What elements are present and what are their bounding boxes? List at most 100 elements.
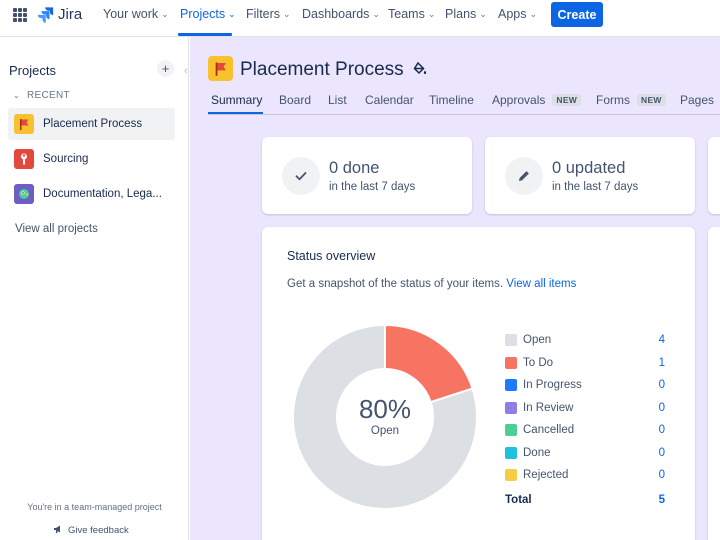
done-period: in the last 7 days <box>329 181 416 193</box>
done-stat-card[interactable]: 0 done in the last 7 days <box>262 137 472 214</box>
legend-count[interactable]: 0 <box>645 402 665 414</box>
tab-list[interactable]: List <box>328 93 347 107</box>
app-name: Jira <box>58 6 83 23</box>
updated-period: in the last 7 days <box>552 181 639 193</box>
legend-count[interactable]: 4 <box>645 334 665 346</box>
legend-total-row: Total 5 <box>505 491 665 509</box>
chevron-down-icon: ⌄ <box>161 8 169 19</box>
tab-label: List <box>328 93 347 107</box>
sidebar-item-documentation[interactable]: Documentation, Lega... <box>8 178 175 210</box>
add-project-button[interactable]: + <box>157 60 174 77</box>
view-all-items-link[interactable]: View all items <box>506 278 576 290</box>
legend-swatch <box>505 334 517 346</box>
recent-section-toggle[interactable]: ⌄ RECENT <box>13 90 70 101</box>
legend-count[interactable]: 0 <box>645 424 665 436</box>
legend-total-label: Total <box>505 493 532 506</box>
partial-stat-card <box>708 137 720 214</box>
jira-logo-icon <box>37 7 54 23</box>
nav-label: Filters <box>246 7 281 21</box>
give-feedback-link[interactable]: Give feedback <box>53 524 129 537</box>
view-all-projects-link[interactable]: View all projects <box>15 223 98 235</box>
tab-timeline[interactable]: Timeline <box>429 93 474 107</box>
tab-board[interactable]: Board <box>279 93 311 107</box>
legend-swatch <box>505 424 517 436</box>
tab-label: Timeline <box>429 93 474 107</box>
nav-dashboards[interactable]: Dashboards ⌄ <box>302 7 380 21</box>
donut-slice-to-do[interactable] <box>384 323 474 404</box>
red-flag-icon <box>14 114 34 134</box>
legend-label: In Review <box>523 401 574 414</box>
nav-your-work[interactable]: Your work ⌄ <box>103 7 169 21</box>
tab-forms[interactable]: Forms NEW <box>596 93 666 107</box>
legend-row-rejected: Rejected 0 <box>505 466 665 484</box>
tab-label: Approvals <box>492 93 546 107</box>
top-navigation: Jira Your work ⌄ Projects ⌄ Filters ⌄ Dashb… <box>0 0 720 37</box>
chevron-down-icon: ⌄ <box>529 8 538 19</box>
legend-row-in-review: In Review 0 <box>505 399 665 417</box>
tab-label: Forms <box>596 93 630 107</box>
nav-teams[interactable]: Teams ⌄ <box>388 7 435 21</box>
legend-label: To Do <box>523 356 554 369</box>
create-button[interactable]: Create <box>551 2 603 27</box>
sidebar: Projects + ⌄ RECENT Placement Process So… <box>0 37 189 540</box>
check-icon <box>282 157 320 195</box>
legend-row-to-do: To Do 1 <box>505 354 665 372</box>
megaphone-icon <box>53 524 63 537</box>
jira-logo[interactable]: Jira <box>37 6 82 23</box>
collapse-sidebar-icon[interactable]: ‹ <box>184 65 188 77</box>
legend-label: In Progress <box>523 379 582 391</box>
legend-row-in-progress: In Progress 0 <box>505 376 665 394</box>
legend-row-cancelled: Cancelled 0 <box>505 421 665 439</box>
sidebar-item-label: Documentation, Lega... <box>43 188 162 200</box>
nav-apps[interactable]: Apps ⌄ <box>498 7 537 21</box>
legend-label: Open <box>523 334 552 346</box>
nav-label: Teams <box>388 7 425 21</box>
main-content: Placement Process Summary Board List Cal… <box>190 37 720 540</box>
sidebar-title: Projects <box>9 63 56 78</box>
donut-percentage: 80% <box>358 394 412 424</box>
chevron-down-icon: ⌄ <box>479 8 487 19</box>
tabs-divider <box>208 114 720 115</box>
updated-stat-card[interactable]: 0 updated in the last 7 days <box>485 137 695 214</box>
tab-summary[interactable]: Summary <box>211 93 262 107</box>
tab-approvals[interactable]: Approvals NEW <box>492 93 582 107</box>
tab-calendar[interactable]: Calendar <box>365 93 414 107</box>
legend-count[interactable]: 0 <box>645 379 665 391</box>
active-tab-indicator <box>208 112 263 114</box>
project-title: Placement Process <box>240 59 404 80</box>
paint-bucket-icon[interactable] <box>413 62 427 76</box>
team-managed-note: You're in a team-managed project <box>27 502 162 512</box>
legend-swatch <box>505 446 517 459</box>
legend-label: Done <box>523 446 551 459</box>
active-nav-indicator <box>178 33 232 36</box>
sidebar-item-sourcing[interactable]: Sourcing <box>8 143 175 175</box>
legend-row-done: Done 0 <box>505 444 665 462</box>
app-switcher-icon[interactable] <box>13 8 27 22</box>
recent-label: RECENT <box>27 90 70 101</box>
legend-total-count[interactable]: 5 <box>645 494 665 506</box>
donut-center: 80% Open <box>335 394 435 437</box>
legend-swatch <box>505 401 517 414</box>
legend-count[interactable]: 0 <box>645 469 665 481</box>
pencil-icon <box>505 157 543 195</box>
status-overview-description: Get a snapshot of the status of your ite… <box>287 278 576 290</box>
tab-label: Board <box>279 93 312 107</box>
legend-label: Cancelled <box>523 424 575 436</box>
nav-label: Projects <box>180 7 226 21</box>
chevron-down-icon: ⌄ <box>427 8 436 19</box>
sidebar-item-placement-process[interactable]: Placement Process <box>8 108 175 140</box>
tab-label: Calendar <box>365 93 414 107</box>
sidebar-item-label: Placement Process <box>43 118 143 130</box>
nav-plans[interactable]: Plans ⌄ <box>445 7 487 21</box>
partial-card <box>708 227 720 540</box>
description-text: Get a snapshot of the status of your ite… <box>287 278 504 290</box>
nav-projects[interactable]: Projects ⌄ <box>180 7 236 21</box>
status-overview-card: Status overview Get a snapshot of the st… <box>262 227 695 540</box>
done-count: 0 done <box>329 159 380 177</box>
tab-pages[interactable]: Pages <box>680 93 714 107</box>
legend-count[interactable]: 0 <box>645 447 665 459</box>
nav-filters[interactable]: Filters ⌄ <box>246 7 291 21</box>
tab-label: Pages <box>680 93 715 107</box>
legend-count[interactable]: 1 <box>645 357 665 369</box>
chevron-down-icon: ⌄ <box>13 91 21 100</box>
